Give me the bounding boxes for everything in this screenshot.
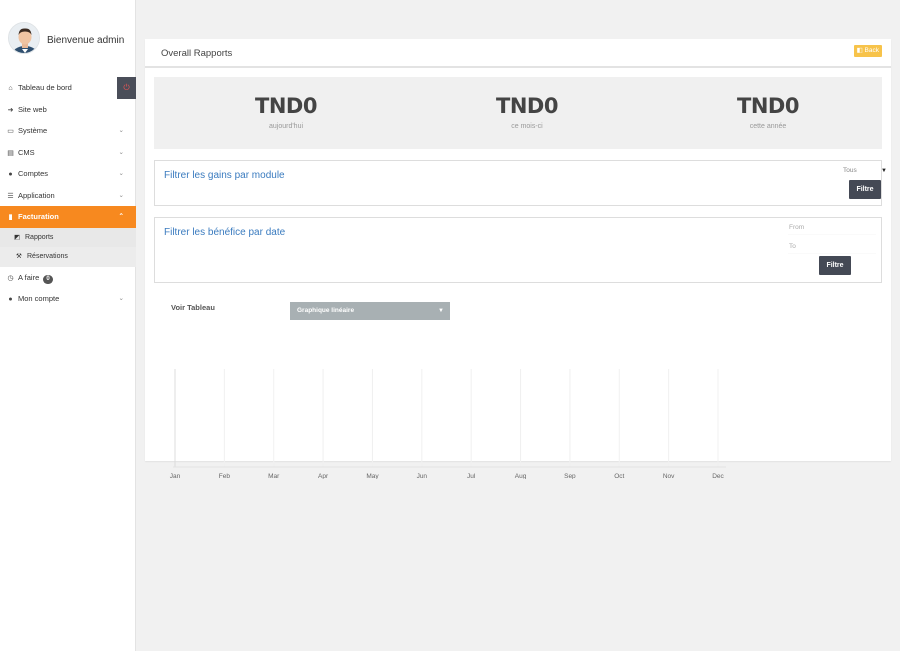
chart-type-value: Graphique linéaire	[297, 307, 355, 314]
sidebar-item-cms[interactable]: ▤ CMS ⌄	[0, 142, 136, 164]
sidebar-item-site-web[interactable]: ➜ Site web	[0, 99, 136, 121]
clock-icon: ◷	[7, 274, 14, 282]
x-tick-label: Dec	[712, 473, 724, 479]
sidebar-item-facturation[interactable]: ▮ Facturation ⌃	[0, 206, 136, 228]
list-icon: ☰	[7, 192, 14, 200]
line-chart: Jan Feb Mar Apr May Jun Jul Aug Sep Oct Nov Dec	[170, 369, 726, 479]
x-tick-label: Nov	[663, 473, 675, 479]
file-icon: ▮	[8, 214, 13, 221]
x-tick-label: Feb	[219, 473, 231, 479]
home-icon: ⌂	[8, 85, 13, 92]
filter-module-button[interactable]: Filtre	[849, 180, 881, 199]
sidebar-item-label: Mon compte	[18, 294, 60, 303]
gavel-icon: ⚒	[16, 253, 22, 260]
chevron-down-icon: ⌄	[118, 127, 124, 134]
stat-label: cette année	[749, 123, 787, 130]
back-icon: ◧	[856, 47, 863, 54]
sidebar-item-application[interactable]: ☰ Application ⌄	[0, 185, 136, 207]
laptop-icon: ▭	[7, 128, 14, 135]
sidebar-subitem-label: Rapports	[25, 233, 54, 241]
caret-down-icon: ▼	[438, 308, 444, 314]
sidebar-item-tableau-de-bord[interactable]: ⌂ Tableau de bord	[0, 77, 136, 99]
filter-module-title: Filtrer les gains par module	[164, 170, 285, 181]
sidebar-item-label: Facturation	[18, 212, 59, 221]
sidebar-subitem-reservations[interactable]: ⚒ Réservations	[0, 247, 136, 267]
to-date-input[interactable]: To	[788, 239, 876, 254]
module-select[interactable]: Tous ▼	[843, 167, 887, 174]
chart-area: Jan Feb Mar Apr May Jun Jul Aug Sep Oct Nov Dec Voi…	[145, 299, 891, 479]
x-tick-label: Mar	[268, 473, 280, 479]
sidebar-item-a-faire[interactable]: ◷ A faire 0	[0, 267, 136, 289]
sidebar: Bienvenue admin ⏻ ⌂ Tableau de bord ➜ Site…	[0, 0, 136, 651]
x-tick-label: Aug	[515, 473, 527, 479]
sidebar-item-systeme[interactable]: ▭ Système ⌄	[0, 120, 136, 142]
back-button[interactable]: ◧ Back	[853, 45, 882, 57]
back-button-label: Back	[864, 47, 879, 54]
sidebar-subitem-rapports[interactable]: ◩ Rapports	[0, 227, 136, 247]
sidebar-item-label: Site web	[18, 104, 47, 114]
sidebar-item-comptes[interactable]: ● Comptes ⌄	[0, 163, 136, 185]
sidebar-item-label: Application	[18, 190, 55, 200]
x-tick-label: May	[366, 473, 379, 479]
sign-in-icon: ➜	[7, 106, 14, 114]
stat-label: ce mois-ci	[511, 123, 543, 130]
book-icon: ▤	[7, 149, 14, 157]
sidebar-item-label: Comptes	[18, 169, 49, 178]
reports-panel: Overall Rapports ◧ Back TND0 aujourd'hui…	[145, 39, 891, 479]
stat-value: TND0	[496, 94, 558, 118]
profile-area: Bienvenue admin	[0, 0, 135, 76]
x-tick-label: Jan	[170, 473, 181, 479]
panel-header: Overall Rapports ◧ Back	[145, 39, 891, 68]
chevron-down-icon: ⌄	[118, 170, 124, 177]
x-tick-label: Jul	[467, 473, 476, 479]
module-select-value: Tous	[843, 167, 857, 174]
sidebar-menu: ⌂ Tableau de bord ➜ Site web ▭ Système ⌄ ▤ C…	[0, 77, 136, 310]
x-tick-label: Sep	[564, 473, 576, 479]
sidebar-item-mon-compte[interactable]: ● Mon compte ⌄	[0, 288, 136, 310]
user-icon: ●	[8, 171, 13, 178]
chart-icon: ◩	[14, 233, 21, 241]
stat-value: TND0	[737, 94, 799, 118]
chevron-up-icon: ⌃	[118, 213, 124, 220]
chevron-down-icon: ⌄	[118, 148, 124, 156]
sidebar-item-label: Tableau de bord	[18, 83, 72, 92]
filter-date-title: Filtrer les bénéfice par date	[164, 227, 286, 238]
page-title: Overall Rapports	[161, 48, 233, 59]
stats-summary: TND0 aujourd'hui TND0 ce mois-ci TND0 ce…	[154, 77, 882, 149]
avatar[interactable]	[8, 22, 40, 54]
x-tick-label: Apr	[318, 473, 329, 479]
sidebar-item-label: A faire	[18, 272, 40, 282]
sidebar-item-label: Système	[18, 126, 48, 135]
filter-module-box: Filtrer les gains par module Tous ▼ Filt…	[154, 160, 887, 206]
voir-tableau-label: Voir Tableau	[171, 303, 215, 312]
stat-value: TND0	[255, 94, 317, 118]
x-tick-label: Jun	[417, 473, 428, 479]
x-tick-label: Oct	[614, 473, 624, 479]
user-icon: ●	[8, 296, 13, 303]
welcome-text: Bienvenue admin	[47, 35, 125, 46]
chevron-down-icon: ⌄	[118, 191, 124, 199]
sidebar-subitem-label: Réservations	[27, 253, 68, 260]
stat-label: aujourd'hui	[268, 123, 304, 130]
sidebar-item-label: CMS	[18, 147, 35, 157]
caret-down-icon: ▼	[881, 168, 887, 174]
filter-date-box: Filtrer les bénéfice par date From To Fi…	[154, 217, 882, 283]
chart-type-select[interactable]: Graphique linéaire ▼	[290, 302, 450, 320]
count-badge: 0	[43, 274, 53, 284]
chevron-down-icon: ⌄	[118, 295, 124, 302]
from-date-input[interactable]: From	[788, 220, 876, 235]
filter-date-button[interactable]: Filtre	[819, 256, 851, 275]
